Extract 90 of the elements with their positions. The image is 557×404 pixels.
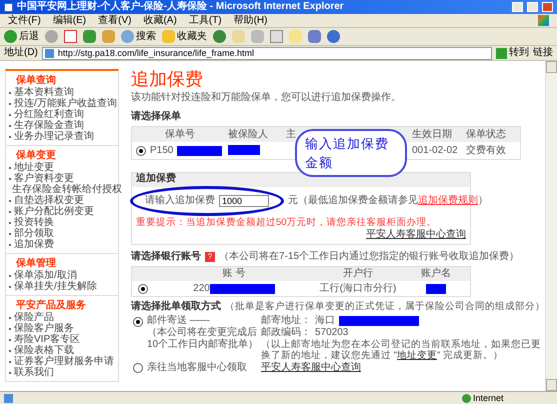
address-field[interactable]: http://stg.pa18.com/life_insurance/life_frame.html <box>42 46 492 60</box>
address-label: 地址(D) <box>4 47 38 59</box>
sidebar-link[interactable]: 自垫选择权变更 <box>6 195 118 206</box>
sidebar-heading: 平安产品及服务 <box>15 299 87 312</box>
sidebar-link[interactable]: 地址变更 <box>6 162 118 173</box>
warning-text: 重要提示：当追加保费金额超过50万元时，请您亲往客服柜面办理。 <box>136 217 437 228</box>
radio-button[interactable] <box>133 317 143 327</box>
amount-field[interactable]: 1000 <box>219 195 269 207</box>
option-label[interactable]: 邮件寄送 —— <box>147 315 261 327</box>
column-header: 账 号 <box>222 268 246 280</box>
field-label: 邮政编码： <box>261 327 311 339</box>
sidebar-link[interactable]: 追加保费 <box>6 239 118 250</box>
toolbar-button[interactable]: 收藏夹 <box>162 30 207 43</box>
column-header: 保单状态 <box>466 128 507 140</box>
section-heading: 请选择批单领取方式 <box>131 301 221 313</box>
redaction-block <box>177 146 222 156</box>
rules-link[interactable]: 追加保费规则 <box>418 195 478 207</box>
field-label: 请输入追加保费 <box>145 195 215 207</box>
column-header: 账户名 <box>420 268 452 280</box>
sidebar-link[interactable]: 寿险VIP客专区 <box>6 334 118 345</box>
help-icon[interactable]: ? <box>205 252 215 262</box>
toolbar-button[interactable]: 后退 <box>4 30 39 43</box>
callout-text: 输入追加保费金额 <box>305 135 390 172</box>
note-text: （批单是客户进行保单变更的正式凭证，属于保险公司合同的组成部分） <box>225 301 545 313</box>
service-center-link[interactable]: 平安人寿客服中心查询 <box>366 229 466 241</box>
window-title: 中国平安网上理财-个人客户-保险-人寿保险 - Microsoft Internet Explorer <box>17 1 345 13</box>
column-header: 保单号 <box>164 128 196 140</box>
sidebar-link[interactable]: 生存保险金查询 <box>6 120 118 131</box>
sidebar-heading: 保单变更 <box>14 149 57 162</box>
sidebar-link[interactable]: 业务办理记录查询 <box>6 131 118 142</box>
table-cell-text: 001-02-02 <box>412 144 459 156</box>
go-button[interactable]: 转到 <box>496 47 529 59</box>
column-header: 开户行 <box>342 268 374 280</box>
sidebar-link[interactable]: 保单挂失/挂失解除 <box>6 281 118 292</box>
sidebar-link[interactable]: 客户资料变更 <box>6 173 118 184</box>
menu-item[interactable]: 查看(V) <box>98 14 132 26</box>
sidebar-link[interactable]: 投连/万能账户收益查询 <box>6 98 118 109</box>
close-button[interactable] <box>542 2 553 12</box>
sidebar-link[interactable]: 证券客户理财服务申请 <box>6 356 118 367</box>
status-zone: Internet <box>473 392 505 404</box>
links-button[interactable]: 链接 <box>533 47 553 59</box>
menu-item[interactable]: 帮助(H) <box>234 14 268 26</box>
unit-label: 元 <box>288 195 298 207</box>
scrollbar[interactable] <box>545 61 557 391</box>
radio-button[interactable] <box>138 284 148 294</box>
redaction-block <box>426 284 446 294</box>
sidebar-link[interactable]: 投资转换 <box>6 217 118 228</box>
sidebar-link[interactable]: 基本资料查询 <box>6 87 118 98</box>
redaction-block <box>210 284 275 294</box>
menu-item[interactable]: 编辑(E) <box>52 14 86 26</box>
sidebar-link[interactable]: 保险客户服务 <box>6 323 118 334</box>
sidebar-link[interactable]: 联系我们 <box>6 367 118 378</box>
description-text: 该功能针对投连险和万能险保单，您可以进行追加保费操作。 <box>131 92 402 104</box>
sidebar-link[interactable]: 保单添加/取消 <box>6 270 118 281</box>
sidebar-link[interactable]: 账户分配比例变更 <box>6 206 118 217</box>
service-center-link[interactable]: 平安人寿客服中心查询 <box>261 362 361 374</box>
section-heading: 请选择银行账号 <box>131 251 201 263</box>
hint-text: （最低追加保费金额请参见 <box>298 195 418 207</box>
column-header: 生效日期 <box>412 128 453 140</box>
table-cell: 220 <box>193 282 210 294</box>
sidebar-link[interactable]: 分红险红利查询 <box>6 109 118 120</box>
page-title: 追加保费 <box>131 69 204 89</box>
sidebar-link[interactable]: 保险产品 <box>6 312 118 323</box>
postcode-value: 570203 <box>315 327 348 339</box>
sidebar-heading: 保单查询 <box>14 74 57 86</box>
option-label[interactable]: 亲往当地客服中心领取 <box>147 362 247 374</box>
menu-item[interactable]: 收藏(A) <box>143 14 177 26</box>
notice-text: （以上邮寄地址为您在本公司登记的当前联系地址，如果您已更换了新的地址，建议您先通过 "地址变更" 完成更新。） <box>261 339 541 361</box>
note-text: （本公司将在7-15个工作日内通过您指定的银行账号收取追加保费） <box>219 251 520 263</box>
section-heading: 追加保费 <box>132 173 470 187</box>
menu-item[interactable]: 工具(T) <box>188 14 222 26</box>
sidebar-link[interactable]: 保险表格下载 <box>6 345 118 356</box>
sidebar-heading: 保单管理 <box>14 257 57 270</box>
field-label: 邮寄地址： <box>261 315 311 326</box>
sidebar-link[interactable]: 部分领取 <box>6 228 118 239</box>
section-heading: 请选择保单 <box>131 111 182 123</box>
option-detail: （本公司将在变更完成后10个工作日内邮寄批单） <box>147 327 260 351</box>
toolbar-button[interactable]: 搜索 <box>121 30 156 43</box>
table-cell-text: 工行(海口市分行) <box>318 282 398 294</box>
redaction-block <box>228 144 260 155</box>
address-value: 海口 <box>315 315 335 327</box>
column-header: 主 <box>285 128 297 140</box>
hint-text: ） <box>478 195 488 207</box>
radio-button[interactable] <box>136 146 146 156</box>
menu-item[interactable]: 文件(F) <box>8 14 41 26</box>
column-header: 被保险人 <box>228 128 269 140</box>
address-change-link[interactable]: 地址变更 <box>397 350 438 361</box>
table-cell: P150 <box>150 144 174 156</box>
table-cell-text: 交费有效 <box>466 144 507 156</box>
radio-button[interactable] <box>133 363 143 373</box>
